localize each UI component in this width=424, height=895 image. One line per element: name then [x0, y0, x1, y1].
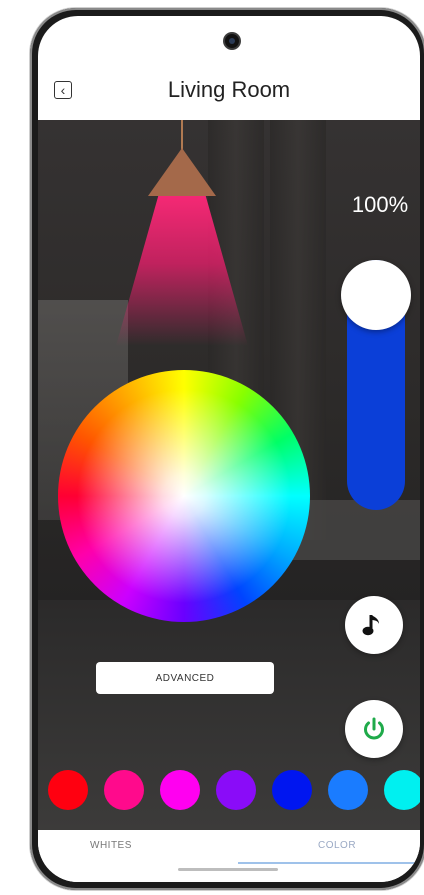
page-title: Living Room [167, 77, 291, 102]
lamp-shade [148, 148, 216, 196]
active-tab-indicator [238, 862, 420, 864]
tab-color[interactable]: COLOR [318, 840, 356, 851]
advanced-button[interactable]: ADVANCED [96, 662, 274, 694]
screen: ‹ Living Room 100% ADVANCED WHITES COLOR [38, 16, 420, 882]
swatch-azure[interactable] [328, 770, 368, 810]
room-scene: 100% ADVANCED [38, 120, 420, 830]
lamp-cord [181, 120, 183, 150]
color-wheel[interactable] [58, 370, 310, 622]
tab-bar: WHITES COLOR [38, 830, 420, 882]
music-note-icon [362, 615, 379, 636]
home-indicator[interactable] [178, 868, 278, 871]
front-camera [225, 34, 239, 48]
swatch-deep-pink[interactable] [104, 770, 144, 810]
brightness-slider[interactable] [341, 260, 411, 510]
swatch-violet[interactable] [216, 770, 256, 810]
color-swatches [38, 770, 420, 814]
swatch-blue[interactable] [272, 770, 312, 810]
power-button[interactable] [345, 700, 403, 758]
header: ‹ Living Room [38, 71, 420, 121]
brightness-percent: 100% [351, 192, 409, 217]
swatch-magenta[interactable] [160, 770, 200, 810]
music-button[interactable] [345, 596, 403, 654]
swatch-cyan[interactable] [384, 770, 420, 810]
tab-whites[interactable]: WHITES [90, 840, 132, 851]
swatch-red[interactable] [48, 770, 88, 810]
brightness-slider-thumb[interactable] [341, 260, 411, 330]
power-icon [364, 717, 384, 740]
phone-frame: ‹ Living Room 100% ADVANCED WHITES COLOR [30, 8, 424, 890]
